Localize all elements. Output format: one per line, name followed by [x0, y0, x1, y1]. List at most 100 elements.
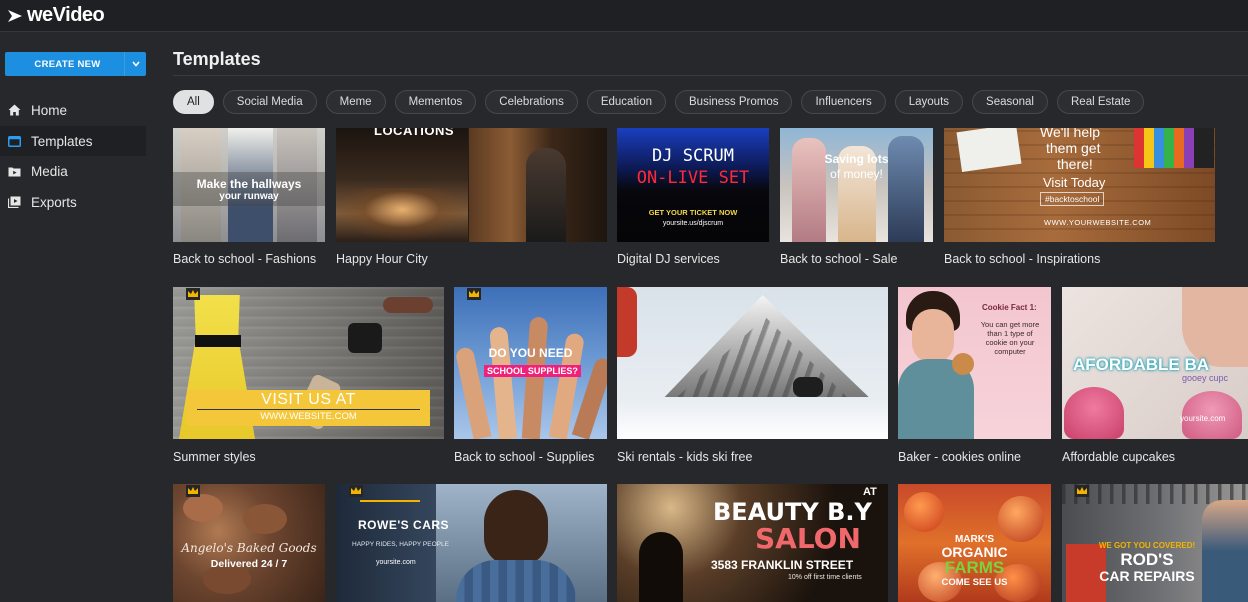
- create-new-label: CREATE NEW: [34, 58, 101, 70]
- template-card[interactable]: VISIT US AT WWW.WEBSITE.COM Summer style…: [173, 287, 444, 467]
- thumbnail-text: #backtoschool: [1040, 192, 1105, 206]
- template-thumbnail: [617, 287, 888, 439]
- template-card[interactable]: DO YOU NEED SCHOOL SUPPLIES? Back to sch…: [454, 287, 607, 467]
- thumbnail-text: Make the hallways: [196, 177, 302, 191]
- template-card[interactable]: Make the hallways your runway Back to sc…: [173, 128, 325, 268]
- template-card[interactable]: MARK'S ORGANIC FARMS COME SEE US: [898, 484, 1051, 602]
- template-card[interactable]: DJ SCRUM ON-LIVE SET GET YOUR TICKET NOW…: [617, 128, 769, 268]
- thumbnail-text: AFORDABLE BA: [1073, 355, 1209, 374]
- template-title: Back to school - Sale: [780, 252, 898, 266]
- thumbnail-text: SALON: [755, 522, 861, 555]
- template-card[interactable]: WE GOT YOU COVERED! ROD'S CAR REPAIRS: [1062, 484, 1248, 602]
- template-thumbnail: We'll help them get there! Visit Today #…: [944, 128, 1215, 242]
- template-thumbnail: Angelo's Baked Goods Delivered 24 / 7: [173, 484, 325, 602]
- thumbnail-text: ROD'S: [1120, 550, 1174, 569]
- template-card[interactable]: Ski rentals - kids ski free: [617, 287, 888, 467]
- thumbnail-text: ON-LIVE SET: [636, 168, 750, 188]
- thumbnail-text: Saving lots: [824, 152, 889, 166]
- category-chip-social-media[interactable]: Social Media: [222, 90, 317, 114]
- thumbnail-text: SCHOOL SUPPLIES?: [484, 365, 581, 377]
- thumbnail-text: gooey cupc: [1182, 373, 1229, 383]
- thumbnail-text: yoursite.com: [1180, 414, 1226, 423]
- template-grid: Make the hallways your runway Back to sc…: [0, 128, 1248, 602]
- thumbnail-text: VISIT US AT: [261, 391, 356, 408]
- template-card[interactable]: We'll help them get there! Visit Today #…: [944, 128, 1215, 268]
- template-thumbnail: Cookie Fact 1: You can get more than 1 t…: [898, 287, 1051, 439]
- category-chip-seasonal[interactable]: Seasonal: [972, 90, 1048, 114]
- thumbnail-text: yoursite.us/djscrum: [662, 220, 724, 227]
- sidebar-item-home[interactable]: Home: [0, 95, 146, 125]
- thumbnail-text: We'll help: [1040, 128, 1100, 140]
- thumbnail-text: cookie on your: [985, 338, 1035, 347]
- thumbnail-text: 3583 FRANKLIN STREET: [711, 558, 854, 572]
- thumbnail-text: Visit Today: [1043, 175, 1106, 190]
- category-chip-meme[interactable]: Meme: [325, 90, 386, 114]
- thumbnail-text: FARMS: [944, 558, 1005, 577]
- thumbnail-text: 10% off first time clients: [788, 574, 862, 581]
- premium-crown-icon: [1075, 484, 1089, 497]
- thumbnail-text: your runway: [219, 191, 279, 202]
- sidebar-item-label: Home: [31, 102, 68, 118]
- template-card[interactable]: Cookie Fact 1: You can get more than 1 t…: [898, 287, 1051, 467]
- logo-play-icon: [8, 9, 22, 22]
- wevideo-logo[interactable]: weVideo: [7, 4, 105, 27]
- category-chip-education[interactable]: Education: [586, 90, 666, 114]
- thumbnail-text: WWW.WEBSITE.COM: [260, 411, 357, 422]
- thumbnail-text: of money!: [830, 167, 883, 181]
- thumbnail-text: yoursite.com: [376, 559, 416, 566]
- thumbnail-text: DJ SCRUM: [652, 146, 734, 166]
- template-card[interactable]: LOCATIONS Happy Hour City: [336, 128, 607, 268]
- category-chip-influencers[interactable]: Influencers: [801, 90, 886, 114]
- template-thumbnail: MARK'S ORGANIC FARMS COME SEE US: [898, 484, 1051, 602]
- category-filter-bar: All Social Media Meme Mementos Celebrati…: [173, 90, 1145, 114]
- template-thumbnail: DO YOU NEED SCHOOL SUPPLIES?: [454, 287, 607, 439]
- category-chip-all[interactable]: All: [173, 90, 214, 114]
- template-title: Back to school - Supplies: [454, 450, 595, 464]
- thumbnail-text: AT: [863, 486, 877, 498]
- thumbnail-text: Cookie Fact 1:: [982, 303, 1037, 312]
- page-title: Templates: [173, 49, 261, 69]
- template-title: Ski rentals - kids ski free: [617, 450, 753, 464]
- category-chip-real-estate[interactable]: Real Estate: [1057, 90, 1145, 114]
- thumbnail-text: there!: [1057, 156, 1093, 172]
- template-card[interactable]: Saving lots of money! Back to school - S…: [780, 128, 933, 268]
- category-chip-mementos[interactable]: Mementos: [394, 90, 477, 114]
- home-icon: [7, 103, 21, 117]
- category-chip-layouts[interactable]: Layouts: [894, 90, 964, 114]
- template-card[interactable]: ROWE'S CARS HAPPY RIDES, HAPPY PEOPLE yo…: [336, 484, 607, 602]
- thumbnail-text: Angelo's Baked Goods: [181, 541, 317, 555]
- thumbnail-text: DO YOU NEED: [488, 346, 573, 360]
- template-title: Digital DJ services: [617, 252, 720, 266]
- thumbnail-text: You can get more: [980, 320, 1040, 329]
- template-card[interactable]: Angelo's Baked Goods Delivered 24 / 7: [173, 484, 325, 602]
- thumbnail-text: GET YOUR TICKET NOW: [648, 208, 738, 217]
- create-new-button[interactable]: CREATE NEW: [5, 52, 146, 76]
- thumbnail-text: WE GOT YOU COVERED!: [1098, 541, 1196, 550]
- template-title: Baker - cookies online: [898, 450, 1021, 464]
- category-chip-business-promos[interactable]: Business Promos: [675, 90, 793, 114]
- template-title: Back to school - Inspirations: [944, 252, 1101, 266]
- thumbnail-text: Delivered 24 / 7: [210, 558, 288, 570]
- thumbnail-text: them get: [1046, 140, 1101, 156]
- template-title: Happy Hour City: [336, 252, 428, 266]
- chevron-down-icon[interactable]: [124, 52, 146, 76]
- thumbnail-text: LOCATIONS: [374, 128, 455, 138]
- premium-crown-icon: [186, 484, 200, 497]
- thumbnail-text: computer: [994, 347, 1026, 356]
- template-thumbnail: Make the hallways your runway: [173, 128, 325, 242]
- premium-crown-icon: [467, 287, 481, 300]
- template-thumbnail: DJ SCRUM ON-LIVE SET GET YOUR TICKET NOW…: [617, 128, 769, 242]
- template-title: Summer styles: [173, 450, 256, 464]
- top-bar: weVideo: [0, 0, 1248, 32]
- template-thumbnail: LOCATIONS: [336, 128, 607, 242]
- premium-crown-icon: [349, 484, 363, 497]
- premium-crown-icon: [186, 287, 200, 300]
- category-chip-celebrations[interactable]: Celebrations: [485, 90, 578, 114]
- template-card[interactable]: AFORDABLE BA gooey cupc yoursite.com Aff…: [1062, 287, 1248, 467]
- thumbnail-text: COME SEE US: [941, 577, 1008, 588]
- template-thumbnail: AT BEAUTY B.Y SALON 3583 FRANKLIN STREET…: [617, 484, 888, 602]
- template-card[interactable]: AT BEAUTY B.Y SALON 3583 FRANKLIN STREET…: [617, 484, 888, 602]
- template-title: Affordable cupcakes: [1062, 450, 1176, 464]
- template-thumbnail: ROWE'S CARS HAPPY RIDES, HAPPY PEOPLE yo…: [336, 484, 607, 602]
- thumbnail-text: ROWE'S CARS: [358, 518, 450, 532]
